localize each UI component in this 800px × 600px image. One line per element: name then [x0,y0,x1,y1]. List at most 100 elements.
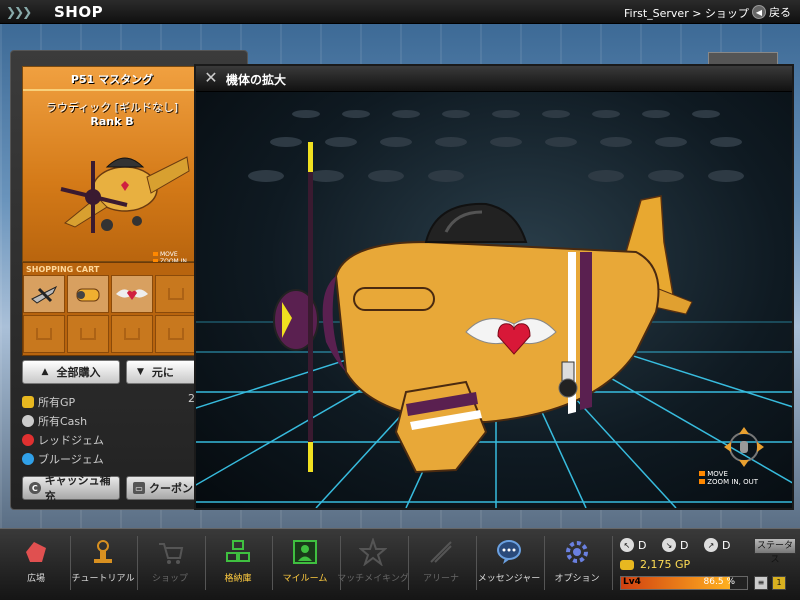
cash-charge-button[interactable]: C キャッシュ補充 [22,474,120,503]
nav-label: ショップ [151,574,188,584]
nav-myroom[interactable]: マイルーム [272,532,338,594]
nav-tutorial[interactable]: チュートリアル [70,532,136,594]
exp-percent: 86.5 % [703,577,735,587]
gp-row: 所有GP [22,392,202,411]
cash-row: 所有Cash [22,411,202,430]
cart-slot-plane[interactable] [23,275,65,313]
modal-header: ✕ 機体の拡大 [196,66,792,92]
shopping-cart: SHOPPING CART [22,262,202,356]
cash-charge-label: キャッシュ補充 [44,474,111,503]
plane-thumbnail[interactable] [47,127,197,247]
close-icon[interactable]: ✕ [202,69,220,87]
breadcrumb: First_Server > ショップ [624,7,749,20]
nav-label: メッセンジャー [477,574,541,584]
cart-slot-empty[interactable] [155,315,197,353]
cart-slot-empty[interactable] [67,315,109,353]
shop-icon [156,538,184,566]
grade-icon[interactable]: 1 [772,576,786,590]
stat-defense: ↘ D [662,538,688,552]
page-title: SHOP [54,3,104,21]
restore-button[interactable]: ▼ 元に [126,360,202,384]
cart-slot-empty[interactable] [155,275,197,313]
plane-item-icon [31,285,58,304]
red-gem-icon [22,433,34,446]
nav-label: アリーナ [422,574,459,584]
red-gem-row: レッドジェム [22,430,202,449]
speed-stat-icon: ↗ [704,538,718,552]
plaza-icon [22,538,50,566]
zoom-modal: ✕ 機体の拡大 MOVE ZOOM IN, OUT [194,64,794,510]
nav-shop[interactable]: ショップ [137,532,203,594]
triangle-up-icon: ▲ [41,367,49,377]
coupon-button[interactable]: ▭ クーポン [126,476,202,500]
cart-slot-engine[interactable] [67,275,109,313]
tutorial-icon [89,538,117,566]
top-bar: ❯❯❯ SHOP First_Server > ショップ ◀ 戻る [0,0,800,24]
item-guild: ラウディック [ギルドなし] [45,101,179,114]
modal-title: 機体の拡大 [226,73,287,87]
back-label: 戻る [769,6,791,19]
defense-stat-icon: ↘ [662,538,676,552]
nav-label: マッチメイキング [337,574,409,584]
nav-label: チュートリアル [71,574,135,584]
hangar-icon [224,538,252,566]
cart-icon [36,328,52,340]
item-card: P51 マスタング ラウディック [ギルドなし] Rank B MOVE ZOO… [22,66,202,265]
engine-item-icon [76,288,100,302]
viewport-legend: MOVE ZOOM IN, OUT [699,470,758,486]
nav-options[interactable]: オプション [544,532,610,594]
myroom-icon [291,538,319,566]
gp-label: 所有GP [38,395,76,409]
chevrons-icon: ❯❯❯ [6,5,32,19]
ceiling-lights [248,110,744,182]
matchmaking-icon [359,538,387,566]
cart-icon [80,328,96,340]
menu-icon[interactable]: ≡ [754,576,768,590]
nav-arena[interactable]: アリーナ [408,532,474,594]
level-label: Lv4 [623,577,641,587]
buy-all-button[interactable]: ▲ 全部購入 [22,360,120,384]
options-icon [563,538,591,566]
card-divider [23,89,201,91]
blue-gem-row: ブルージェム [22,449,202,468]
coupon-icon: ▭ [133,482,145,494]
back-arrow-icon: ◀ [752,5,766,19]
cart-slot-empty[interactable] [111,315,153,353]
cash-coin-icon [22,414,34,427]
cart-icon [124,328,140,340]
gp-display: 2,175 GP [620,558,690,571]
status-button[interactable]: ステータス [754,538,796,565]
nav-hangar[interactable]: 格納庫 [205,532,271,594]
player-status: ↖ D ↘ D ↗ D ステータス 2,175 GP Lv4 86.5 % ≡ … [614,532,796,594]
cash-label: 所有Cash [38,414,88,428]
propeller-blade [308,142,313,472]
landing-wheel [558,378,578,398]
messenger-icon [495,538,523,566]
cart-icon [168,288,184,300]
nav-matchmaking[interactable]: マッチメイキング [337,532,409,594]
back-button[interactable]: ◀ 戻る [752,3,798,21]
move-control-icon[interactable] [724,427,764,467]
nav-messenger[interactable]: メッセンジャー [476,532,542,594]
exp-bar: Lv4 86.5 % [620,576,748,590]
cart-slot-empty[interactable] [23,315,65,353]
red-gem-label: レッドジェム [38,433,104,447]
stat-value: D [638,538,647,552]
plane-viewport[interactable]: MOVE ZOOM IN, OUT [196,92,792,508]
item-name: P51 マスタング [70,73,154,86]
stat-value: D [680,538,689,552]
nav-label: 格納庫 [224,574,252,584]
plane-3d-view[interactable] [196,92,792,508]
gp-coin-icon [620,559,634,570]
buy-all-label: 全部購入 [56,366,101,379]
cockpit-canopy [424,202,528,243]
cart-icon [168,328,184,340]
nav-plaza[interactable]: 広場 [3,532,69,594]
cart-label: SHOPPING CART [26,265,100,274]
stat-speed: ↗ D [704,538,730,552]
cart-slot-emblem[interactable] [111,275,153,313]
coupon-label: クーポン [149,482,193,495]
attack-stat-icon: ↖ [620,538,634,552]
stat-attack: ↖ D [620,538,646,552]
nav-label: マイルーム [282,574,328,584]
